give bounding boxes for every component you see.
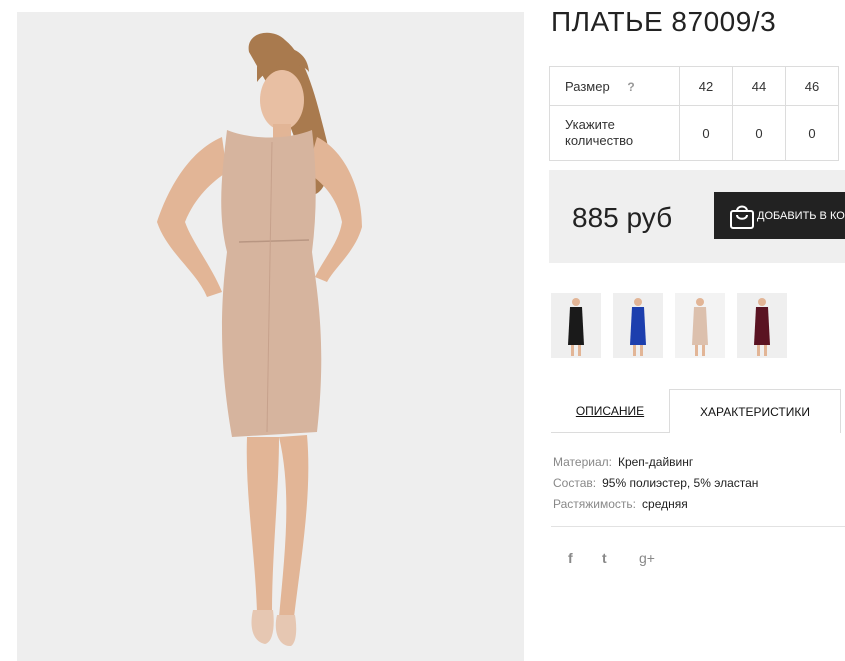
thumbnail-beige-image [675,293,725,358]
thumbnail-black-image [551,293,601,358]
quantity-input-44[interactable]: 0 [732,105,786,161]
thumbnail-burgundy[interactable] [737,293,787,358]
spec-row-composition: Состав: 95% полиэстер, 5% эластан [553,473,758,494]
size-46: 46 [785,66,839,106]
quantity-label: Укажите количество [549,105,680,161]
size-44: 44 [732,66,786,106]
product-title: ПЛАТЬЕ 87009/3 [551,6,777,37]
add-to-cart-label: ДОБАВИТЬ В КОРЗИНУ [757,209,845,222]
product-image[interactable] [17,12,524,661]
google-plus-icon[interactable]: g+ [639,550,655,566]
price: 885 руб [572,202,673,233]
tab-divider [551,432,669,433]
size-table: Размер ? 42 44 46 Укажите количество 0 0… [549,66,839,161]
size-label-cell: Размер ? [549,66,680,106]
twitter-icon[interactable]: t [602,550,607,566]
section-divider [551,526,845,527]
dress-illustration [17,12,524,661]
help-icon[interactable]: ? [627,80,639,94]
add-to-cart-button[interactable]: ДОБАВИТЬ В КОРЗИНУ [714,192,845,239]
quantity-input-46[interactable]: 0 [785,105,839,161]
spec-row-material: Материал: Креп-дайвинг [553,452,758,473]
price-panel: 885 руб ДОБАВИТЬ В КОРЗИНУ [549,170,845,263]
spec-key: Состав: [553,476,597,490]
spec-value: Креп-дайвинг [617,455,694,469]
thumbnail-blue-image [613,293,663,358]
facebook-icon[interactable]: f [568,550,573,566]
spec-value: средняя [642,497,688,511]
spec-key: Материал: [553,455,612,469]
thumbnail-black[interactable] [551,293,601,358]
tab-characteristics[interactable]: ХАРАКТЕРИСТИКИ [669,389,841,433]
tab-description[interactable]: ОПИСАНИЕ [551,389,669,433]
info-tabs: ОПИСАНИЕ ХАРАКТЕРИСТИКИ [551,389,845,433]
spec-row-stretch: Растяжимость: средняя [553,494,758,515]
size-label: Размер [565,78,610,94]
quantity-input-42[interactable]: 0 [679,105,733,161]
thumbnail-burgundy-image [737,293,787,358]
thumbnail-beige[interactable] [675,293,725,358]
spec-value: 95% полиэстер, 5% эластан [602,476,759,490]
spec-key: Растяжимость: [553,497,637,511]
thumbnail-blue[interactable] [613,293,663,358]
specs-list: Материал: Креп-дайвинг Состав: 95% полиэст… [553,452,758,515]
shopping-bag-icon [730,205,754,229]
size-42: 42 [679,66,733,106]
